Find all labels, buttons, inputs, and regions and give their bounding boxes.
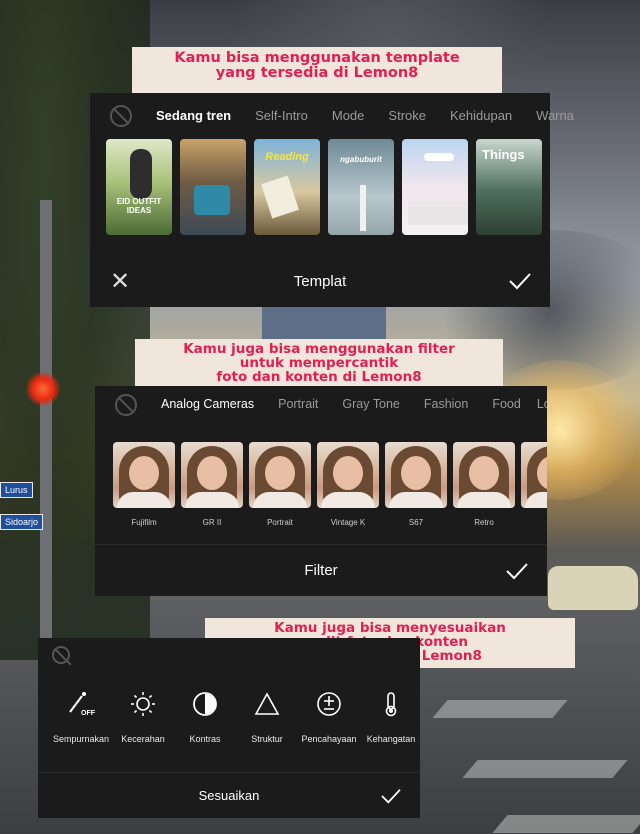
- car: [548, 566, 638, 610]
- filter-preview-image: [113, 442, 175, 508]
- template-thumb-ngabuburit[interactable]: ngabuburit: [328, 139, 394, 235]
- tool-kecerahan[interactable]: Kecerahan: [112, 690, 174, 744]
- filter-panel: Analog Cameras Portrait Gray Tone Fashio…: [95, 386, 547, 596]
- no-filter-icon[interactable]: [115, 394, 137, 416]
- filter-portrait[interactable]: Portrait: [249, 442, 311, 527]
- filter-preview-image: [181, 442, 243, 508]
- tool-kehangatan[interactable]: Kehangatan: [360, 690, 422, 744]
- template-panel: Sedang tren Self-Intro Mode Stroke Kehid…: [90, 93, 574, 307]
- tab-gray-tone[interactable]: Gray Tone: [342, 397, 399, 411]
- filter-bottom-bar: Filter: [95, 544, 547, 596]
- tab-sedang-tren[interactable]: Sedang tren: [156, 108, 231, 123]
- tab-food[interactable]: Food: [492, 397, 521, 411]
- traffic-light-icon: [26, 372, 60, 406]
- tab-analog-cameras[interactable]: Analog Cameras: [161, 397, 254, 411]
- street-sign: Lurus: [0, 482, 33, 498]
- template-thumb-street[interactable]: [180, 139, 246, 235]
- adjust-title: Sesuaikan: [198, 788, 260, 803]
- thermometer-icon: [385, 692, 397, 717]
- sun-icon: [131, 692, 155, 716]
- triangle-icon: [254, 692, 280, 715]
- filter-title: Filter: [304, 562, 338, 579]
- filter-preview-image: [249, 442, 311, 508]
- tab-fashion[interactable]: Fashion: [424, 397, 468, 411]
- svg-text:OFF: OFF: [81, 710, 96, 717]
- close-icon[interactable]: ✕: [110, 267, 130, 296]
- tool-pencahayaan[interactable]: Pencahayaan: [298, 690, 360, 744]
- template-thumb-things[interactable]: Things: [476, 139, 542, 235]
- tool-struktur[interactable]: Struktur: [236, 690, 298, 744]
- template-tabs: Sedang tren Self-Intro Mode Stroke Kehid…: [156, 108, 598, 123]
- template-thumb-reading[interactable]: Reading: [254, 139, 320, 235]
- caption-filter: Kamu juga bisa menggunakan filter untuk …: [135, 339, 503, 391]
- adjust-tools: OFF Sempurnakan Kecerahan Kontras Strukt…: [50, 690, 422, 744]
- adjust-panel: OFF Sempurnakan Kecerahan Kontras Strukt…: [38, 638, 420, 818]
- wand-off-icon: OFF: [69, 692, 96, 717]
- filter-fujifilm[interactable]: Fujifilm: [113, 442, 175, 527]
- traffic-pole: [40, 200, 52, 660]
- filter-partial[interactable]: [521, 442, 547, 527]
- tool-sempurnakan[interactable]: OFF Sempurnakan: [50, 690, 112, 744]
- no-template-icon[interactable]: [110, 105, 132, 127]
- filter-tabs: Analog Cameras Portrait Gray Tone Fashio…: [161, 397, 547, 411]
- tab-loc[interactable]: Loc: [537, 397, 547, 411]
- filter-list: Fujifilm GR II Portrait Vintage K S67 Re…: [113, 442, 547, 527]
- filter-preview-image: [385, 442, 447, 508]
- check-icon[interactable]: [508, 271, 532, 291]
- template-bottom-bar: ✕ Templat: [90, 255, 550, 307]
- filter-preview-image: [453, 442, 515, 508]
- template-thumbnails: EID OUTFIT IDEAS Reading ngabuburit Thin…: [106, 139, 550, 235]
- adjust-bottom-bar: Sesuaikan: [38, 772, 420, 818]
- tab-stroke[interactable]: Stroke: [388, 108, 426, 123]
- check-icon[interactable]: [505, 561, 529, 581]
- filter-preview-image: [317, 442, 379, 508]
- tab-self-intro[interactable]: Self-Intro: [255, 108, 308, 123]
- caption-template: Kamu bisa menggunakan template yang ters…: [132, 47, 502, 97]
- filter-preview-image: [521, 442, 547, 508]
- tool-kontras[interactable]: Kontras: [174, 690, 236, 744]
- tab-warna[interactable]: Warna: [536, 108, 574, 123]
- template-title: Templat: [293, 272, 347, 290]
- street-sign: Sidoarjo: [0, 514, 44, 530]
- contrast-icon: [193, 692, 217, 716]
- filter-gr-ii[interactable]: GR II: [181, 442, 243, 527]
- exposure-icon: [317, 692, 341, 716]
- filter-vintage-k[interactable]: Vintage K: [317, 442, 379, 527]
- template-thumb-outfit[interactable]: EID OUTFIT IDEAS: [106, 139, 172, 235]
- filter-s67[interactable]: S67: [385, 442, 447, 527]
- tab-kehidupan[interactable]: Kehidupan: [450, 108, 512, 123]
- check-icon[interactable]: [380, 787, 402, 805]
- template-thumb-sea[interactable]: [402, 139, 468, 235]
- no-adjust-icon[interactable]: [52, 646, 70, 664]
- filter-retro[interactable]: Retro: [453, 442, 515, 527]
- tab-portrait[interactable]: Portrait: [278, 397, 318, 411]
- tab-mode[interactable]: Mode: [332, 108, 365, 123]
